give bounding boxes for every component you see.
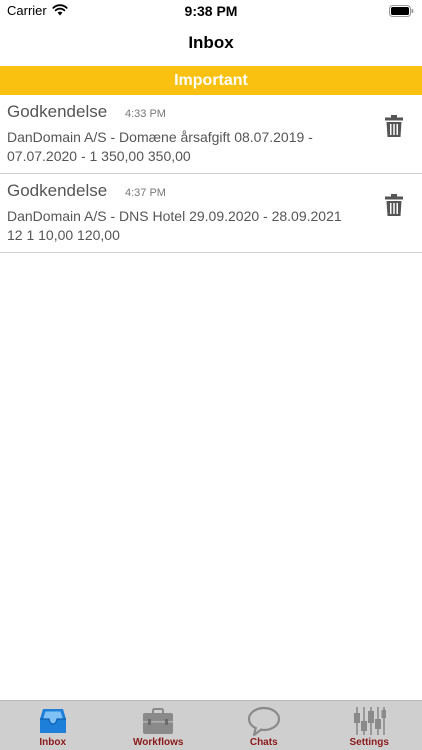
battery-icon xyxy=(389,5,414,17)
item-description: DanDomain A/S - Domæne årsafgift 08.07.2… xyxy=(7,129,313,164)
tab-label: Settings xyxy=(349,737,389,748)
tab-label: Inbox xyxy=(39,737,67,748)
tab-workflows[interactable]: Workflows xyxy=(106,701,212,750)
tab-label: Chats xyxy=(249,737,278,748)
inbox-item[interactable]: Godkendelse 4:37 PM DanDomain A/S - DNS … xyxy=(0,174,422,253)
inbox-item[interactable]: Godkendelse 4:33 PM DanDomain A/S - Domæ… xyxy=(0,95,422,174)
trash-icon[interactable] xyxy=(385,115,403,137)
briefcase-icon xyxy=(143,708,174,734)
inbox-tray-icon xyxy=(39,709,66,733)
tab-chats[interactable]: Chats xyxy=(211,701,317,750)
item-time: 4:37 PM xyxy=(125,187,166,199)
status-bar: Carrier 9:38 PM xyxy=(0,0,422,22)
item-time: 4:33 PM xyxy=(125,108,166,120)
sliders-icon xyxy=(354,707,387,735)
item-description: DanDomain A/S - DNS Hotel 29.09.2020 - 2… xyxy=(7,208,342,243)
tab-label: Workflows xyxy=(133,737,184,748)
section-header-important: Important xyxy=(0,66,422,95)
clock: 9:38 PM xyxy=(184,3,238,19)
item-title: Godkendelse xyxy=(7,102,108,121)
speech-bubble-icon xyxy=(247,706,280,737)
page-title: Inbox xyxy=(188,33,234,52)
inbox-list: Godkendelse 4:33 PM DanDomain A/S - Domæ… xyxy=(0,95,422,253)
trash-icon[interactable] xyxy=(385,194,403,216)
tab-settings[interactable]: Settings xyxy=(317,701,422,750)
tab-bar: Inbox Workflows Chats Settings xyxy=(0,700,422,750)
item-title: Godkendelse xyxy=(7,181,108,200)
tab-inbox[interactable]: Inbox xyxy=(0,701,106,750)
